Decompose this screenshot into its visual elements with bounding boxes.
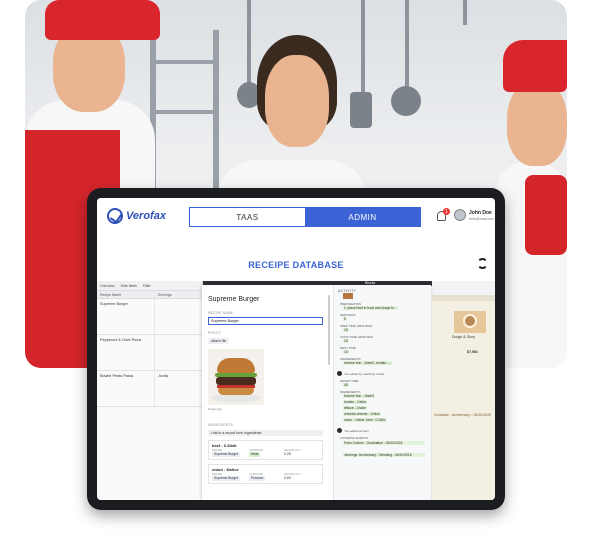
activity-value: 8: [343, 317, 347, 321]
tablet-screen: Verofax TAAS ADMIN 1 John Doe hello@mail…: [97, 198, 495, 500]
logo-text: Verofax: [126, 210, 166, 222]
page-title: RECEIPE DATABASE: [248, 260, 344, 270]
scrollbar[interactable]: [328, 295, 330, 365]
activity-event: You added an item: [344, 429, 369, 433]
table-cell[interactable]: Jovita: [155, 371, 185, 406]
database-app: Blocks Grid view Hide fields Filter Reci…: [97, 281, 495, 500]
ladle: [405, 0, 409, 90]
table-cell[interactable]: Pepperoni & Olive Pizza: [97, 335, 155, 370]
user-email: hello@mail.com: [469, 217, 494, 221]
activity-panel: ACTIVITY PREPARATION 1. place beef in bo…: [333, 285, 431, 500]
logo[interactable]: Verofax: [107, 208, 166, 224]
record-fields: Supreme Burger RECIPE NAME Supreme Burge…: [202, 285, 333, 500]
table-row[interactable]: Pepperoni & Olive Pizza: [97, 335, 202, 371]
activity-value: brioche bun - 1beef1: [343, 394, 376, 398]
record-modal: Supreme Burger RECIPE NAME Supreme Burge…: [202, 285, 431, 500]
plate: [211, 394, 261, 402]
chef-left-hat: [45, 0, 160, 40]
avatar[interactable]: [454, 209, 466, 221]
activity-value: brioche bun - 1beef1, tomato -...: [343, 361, 392, 365]
grid-view: Grid view Hide fields Filter Recipe Name…: [97, 281, 203, 500]
tab-admin[interactable]: ADMIN: [305, 208, 420, 226]
tablet: Verofax TAAS ADMIN 1 John Doe hello@mail…: [87, 188, 505, 510]
column-header[interactable]: Servings: [155, 290, 185, 300]
ladle: [247, 0, 251, 85]
table-cell[interactable]: [155, 299, 185, 334]
activity-value: 15: [343, 328, 349, 332]
ingredient-card[interactable]: beef - 0.2lb/b RECIPE SUPPLIER RECIPE QT…: [208, 440, 323, 460]
sync-icon[interactable]: [477, 258, 488, 269]
logo-icon: [107, 208, 123, 224]
table-cell[interactable]: Supreme Burger: [97, 299, 155, 334]
filter-button[interactable]: Filter: [143, 284, 151, 288]
activity-value: cheddar cheese - 1/slice: [343, 412, 381, 416]
record-title: Supreme Burger: [208, 296, 260, 303]
user-name: John Doe: [469, 210, 492, 216]
preview-amount: $7,964: [467, 350, 478, 354]
thumbnail: [343, 293, 353, 299]
grid-view-button[interactable]: Grid view: [100, 284, 115, 288]
field-label: INGREDIENTS: [208, 423, 234, 427]
burger-photo[interactable]: [208, 349, 264, 405]
bun: [217, 358, 255, 373]
activity-value: Farm Cuisine - Graduation - 05/10/2018: [343, 441, 425, 445]
recipe-name-field[interactable]: Supreme Burger: [208, 317, 323, 325]
activity-label: CATERING EVENTS: [340, 436, 369, 440]
activity-value: lettuce - 1/slice: [343, 406, 367, 410]
bun: [218, 388, 254, 395]
recipe-chip: Supreme Burger: [212, 452, 241, 457]
field-label: PHOTO: [208, 331, 221, 335]
activity-value: 45: [343, 383, 349, 387]
image-caption: burger.jpg: [208, 407, 222, 411]
notification-badge: 1: [443, 208, 450, 215]
preview-toolbar: [432, 295, 495, 301]
attach-file-button[interactable]: Attach file: [208, 338, 230, 344]
grid-header: Recipe Name Servings: [97, 289, 202, 300]
column-header[interactable]: Recipe Name: [97, 289, 155, 300]
table-row[interactable]: Bowtie Pesto Pasta Jovita: [97, 371, 202, 407]
ladle: [361, 0, 365, 95]
activity-value: tomato - 1/slice: [343, 400, 368, 404]
kitchen-rack: [150, 60, 219, 64]
kitchen-rack: [150, 110, 219, 114]
activity-value: 1. place beef in bowl and shape fo...: [343, 306, 398, 310]
chef-right-scarf: [525, 175, 567, 255]
table-cell[interactable]: Bowtie Pesto Pasta: [97, 371, 155, 406]
quantity-value: 0.25: [284, 452, 291, 456]
preview-card-title: Dough & Glory: [452, 335, 475, 339]
preview-event: Gonzalez - Anniversary - 06/10/2018: [434, 413, 491, 417]
type-chip: Meat: [249, 452, 261, 457]
activity-value: 10: [343, 350, 349, 354]
chef-right-hat: [503, 40, 567, 92]
ladle: [463, 0, 467, 25]
activity-value: 25: [343, 339, 349, 343]
field-label: RECIPE NAME: [208, 311, 234, 315]
donut-image: [463, 314, 477, 328]
ingredient-card[interactable]: onion - $/slice RECIPE SUPPLIER RECIPE Q…: [208, 464, 323, 484]
patty: [216, 377, 256, 385]
tab-taas[interactable]: TAAS: [190, 208, 305, 226]
hide-fields-button[interactable]: Hide fields: [121, 284, 137, 288]
activity-value: Jennings: Anniversary - Wedding - 06/10/…: [343, 453, 425, 457]
activity-event: You edited by matching a field: [344, 372, 384, 376]
recipe-chip: Supreme Burger: [212, 476, 241, 481]
type-chip: Produce: [249, 476, 266, 481]
ladle: [391, 86, 421, 116]
table-row[interactable]: Supreme Burger: [97, 299, 202, 335]
chef-right: [507, 80, 567, 166]
quantity-value: 0.60: [284, 476, 291, 480]
ladle: [350, 92, 372, 128]
top-bar: Verofax TAAS ADMIN 1 John Doe hello@mail…: [97, 198, 495, 240]
avatar: [337, 428, 342, 433]
main-tabs: TAAS ADMIN: [189, 207, 421, 227]
table-cell[interactable]: [155, 335, 185, 370]
preview-panel: Dough & Glory $7,964 Gonzalez - Annivers…: [432, 295, 495, 500]
chef-middle: [265, 55, 329, 147]
activity-value: onion - 1/slice, beef - 0.2lb/b: [343, 418, 387, 422]
link-record-button[interactable]: Link to a record from Ingredients: [208, 430, 323, 436]
kitchen-rack: [213, 30, 219, 200]
avatar: [337, 371, 342, 376]
